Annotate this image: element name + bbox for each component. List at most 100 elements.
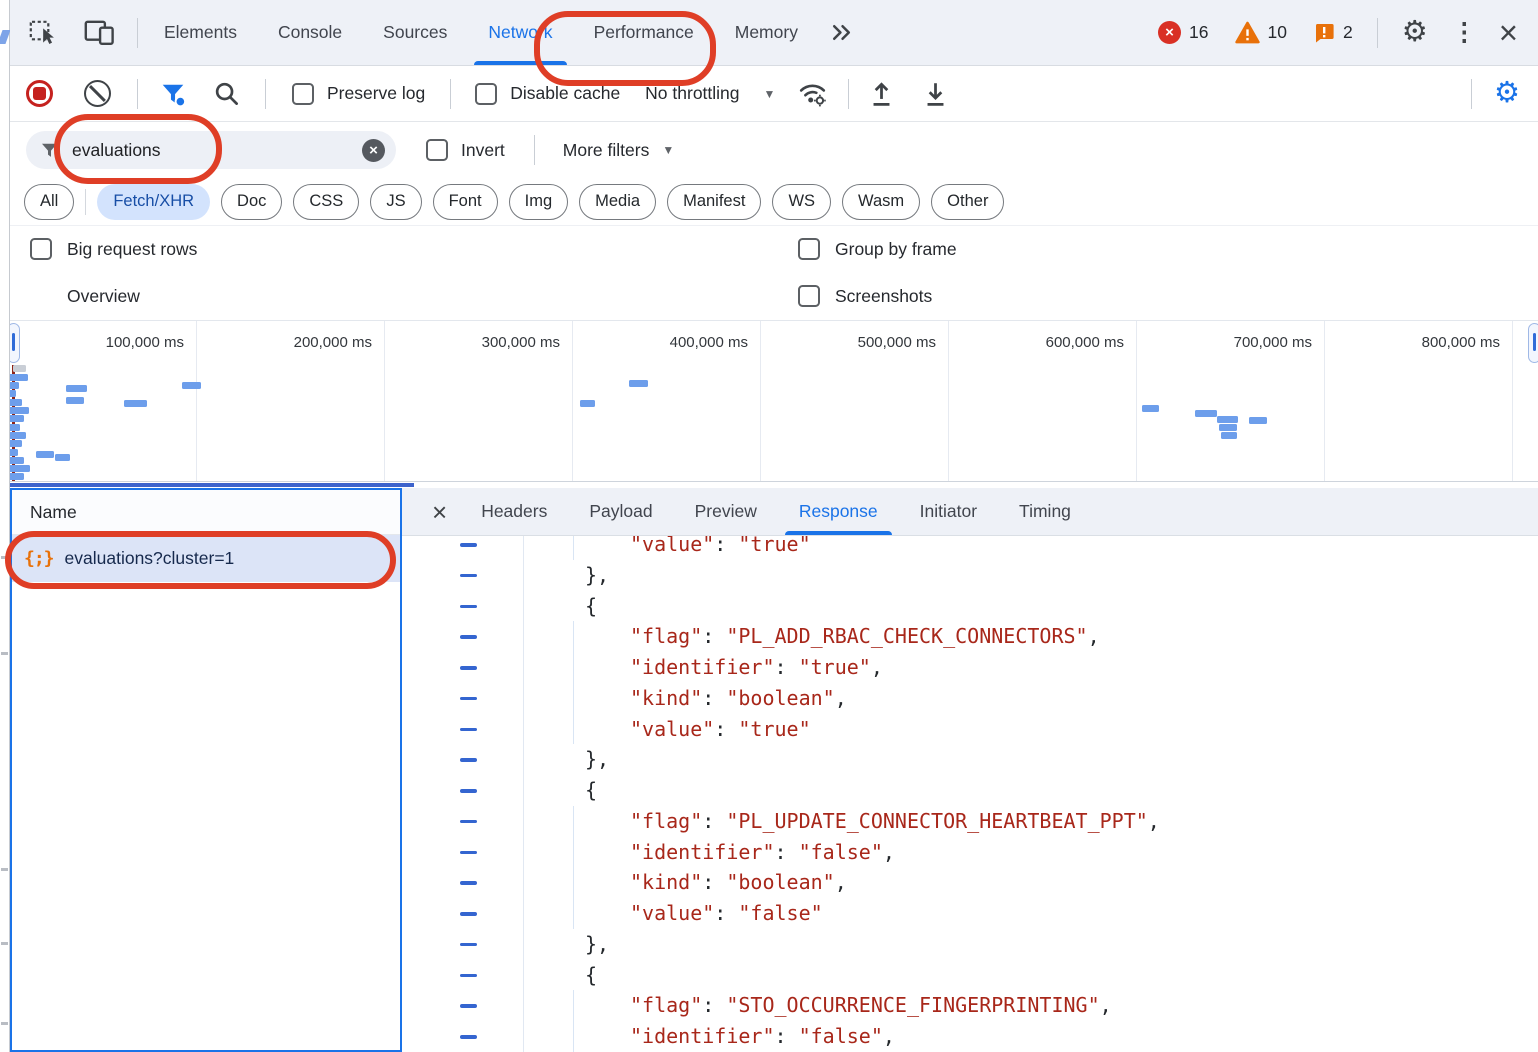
toolbar-divider bbox=[137, 18, 138, 48]
fold-marker-icon[interactable] bbox=[460, 881, 477, 885]
record-network-log-icon[interactable] bbox=[26, 80, 53, 107]
close-detail-icon[interactable]: × bbox=[432, 499, 447, 525]
tab-console[interactable]: Console bbox=[278, 0, 342, 65]
overview-label[interactable]: Overview bbox=[67, 286, 140, 307]
export-har-icon[interactable] bbox=[923, 79, 948, 108]
settings-gear-icon[interactable]: ⚙ bbox=[1402, 18, 1428, 47]
network-overview-timeline[interactable]: 100,000 ms200,000 ms300,000 ms400,000 ms… bbox=[10, 320, 1538, 482]
fold-marker-icon[interactable] bbox=[460, 974, 477, 978]
type-chip-doc[interactable]: Doc bbox=[221, 184, 282, 220]
disable-cache-checkbox[interactable] bbox=[475, 83, 497, 105]
detail-tab-response[interactable]: Response bbox=[799, 488, 878, 535]
overview-left-handle[interactable] bbox=[10, 323, 20, 363]
kebab-menu-icon[interactable]: ⋮ bbox=[1452, 20, 1477, 45]
invert-label[interactable]: Invert bbox=[461, 140, 505, 161]
network-filter-bar: evaluations × Invert More filters ▼ bbox=[10, 122, 1538, 178]
big-request-rows-checkbox[interactable] bbox=[30, 238, 52, 260]
name-column-header[interactable]: Name bbox=[12, 490, 400, 535]
filter-input-value[interactable]: evaluations bbox=[72, 140, 362, 161]
request-row[interactable]: {;}evaluations?cluster=1 bbox=[12, 535, 400, 582]
code-line: "value": "true" bbox=[402, 714, 1538, 745]
detail-tab-preview[interactable]: Preview bbox=[695, 488, 757, 535]
filter-clear-icon[interactable]: × bbox=[362, 139, 385, 162]
indent-guide bbox=[573, 1021, 574, 1052]
fold-marker-icon[interactable] bbox=[460, 820, 477, 824]
toolbar-divider bbox=[450, 79, 451, 109]
code-line: "flag": "STO_OCCURRENCE_FINGERPRINTING", bbox=[402, 990, 1538, 1021]
fold-marker-icon[interactable] bbox=[460, 943, 477, 947]
fold-marker-icon[interactable] bbox=[460, 912, 477, 916]
filter-funnel-icon[interactable] bbox=[160, 81, 186, 107]
clear-network-log-icon[interactable] bbox=[84, 80, 111, 107]
big-request-rows-label[interactable]: Big request rows bbox=[67, 239, 197, 260]
fold-marker-icon[interactable] bbox=[460, 543, 477, 547]
group-by-frame-checkbox[interactable] bbox=[798, 238, 820, 260]
type-chip-font[interactable]: Font bbox=[433, 184, 498, 220]
type-chip-all[interactable]: All bbox=[24, 184, 74, 220]
request-timing-bar bbox=[55, 454, 70, 461]
indent-guide bbox=[573, 536, 574, 560]
fold-marker-icon[interactable] bbox=[460, 728, 477, 732]
throttling-caret-icon[interactable]: ▼ bbox=[764, 87, 776, 101]
preserve-log-label[interactable]: Preserve log bbox=[327, 83, 425, 104]
code-line: "flag": "PL_ADD_RBAC_CHECK_CONNECTORS", bbox=[402, 621, 1538, 652]
inspect-element-icon[interactable] bbox=[28, 19, 56, 47]
type-chip-fetch-xhr[interactable]: Fetch/XHR bbox=[97, 184, 210, 220]
fold-marker-icon[interactable] bbox=[460, 697, 477, 701]
timeline-gridline bbox=[384, 321, 385, 481]
device-toolbar-icon[interactable] bbox=[84, 19, 115, 46]
tab-performance[interactable]: Performance bbox=[594, 0, 694, 65]
tab-memory[interactable]: Memory bbox=[735, 0, 798, 65]
code-line: { bbox=[402, 591, 1538, 622]
tab-sources[interactable]: Sources bbox=[383, 0, 447, 65]
devtools-main-toolbar: Elements Console Sources Network Performance… bbox=[10, 0, 1538, 66]
fold-marker-icon[interactable] bbox=[460, 635, 477, 639]
fold-marker-icon[interactable] bbox=[460, 1004, 477, 1008]
fold-marker-icon[interactable] bbox=[460, 1035, 477, 1039]
network-settings-gear-icon[interactable]: ⚙ bbox=[1494, 79, 1520, 108]
type-chip-ws[interactable]: WS bbox=[772, 184, 831, 220]
search-icon[interactable] bbox=[213, 80, 240, 107]
invert-checkbox[interactable] bbox=[426, 139, 448, 161]
type-chip-css[interactable]: CSS bbox=[293, 184, 359, 220]
detail-tab-payload[interactable]: Payload bbox=[589, 488, 652, 535]
fold-marker-icon[interactable] bbox=[460, 789, 477, 793]
more-panels-icon[interactable] bbox=[828, 20, 855, 45]
screenshots-label[interactable]: Screenshots bbox=[835, 286, 932, 307]
fold-marker-icon[interactable] bbox=[460, 666, 477, 670]
type-chip-other[interactable]: Other bbox=[931, 184, 1004, 220]
fold-marker-icon[interactable] bbox=[460, 758, 477, 762]
detail-tab-headers[interactable]: Headers bbox=[481, 488, 547, 535]
detail-tab-timing[interactable]: Timing bbox=[1019, 488, 1071, 535]
import-har-icon[interactable] bbox=[869, 79, 894, 108]
warning-badge[interactable]: 10 bbox=[1235, 21, 1287, 44]
filter-input[interactable]: evaluations × bbox=[26, 131, 396, 169]
type-chip-media[interactable]: Media bbox=[579, 184, 656, 220]
more-filters-button[interactable]: More filters bbox=[563, 140, 650, 161]
screenshots-checkbox[interactable] bbox=[798, 285, 820, 307]
code-line: { bbox=[402, 960, 1538, 991]
group-by-frame-label[interactable]: Group by frame bbox=[835, 239, 957, 260]
network-conditions-icon[interactable] bbox=[797, 80, 828, 108]
tab-elements[interactable]: Elements bbox=[164, 0, 237, 65]
type-chip-img[interactable]: Img bbox=[509, 184, 569, 220]
type-chip-wasm[interactable]: Wasm bbox=[842, 184, 920, 220]
fold-marker-icon[interactable] bbox=[460, 851, 477, 855]
overview-right-handle[interactable] bbox=[1528, 323, 1538, 363]
error-badge[interactable]: × 16 bbox=[1158, 21, 1208, 44]
detail-tab-initiator[interactable]: Initiator bbox=[920, 488, 977, 535]
close-devtools-icon[interactable]: × bbox=[1499, 16, 1518, 49]
response-body-view[interactable]: "value": "true"},{"flag": "PL_ADD_RBAC_C… bbox=[402, 536, 1538, 1052]
throttling-select[interactable]: No throttling bbox=[645, 83, 739, 104]
timeline-gridline bbox=[1136, 321, 1137, 481]
issues-badge[interactable]: 2 bbox=[1313, 22, 1353, 44]
fold-marker-icon[interactable] bbox=[460, 605, 477, 609]
more-filters-caret-icon[interactable]: ▼ bbox=[662, 143, 674, 157]
tab-network[interactable]: Network bbox=[488, 0, 552, 65]
preserve-log-checkbox[interactable] bbox=[292, 83, 314, 105]
type-chip-js[interactable]: JS bbox=[370, 184, 421, 220]
fold-marker-icon[interactable] bbox=[460, 574, 477, 578]
disable-cache-label[interactable]: Disable cache bbox=[510, 83, 620, 104]
detail-tabs: Headers Payload Preview Response Initiator Ti… bbox=[481, 488, 1071, 535]
type-chip-manifest[interactable]: Manifest bbox=[667, 184, 761, 220]
